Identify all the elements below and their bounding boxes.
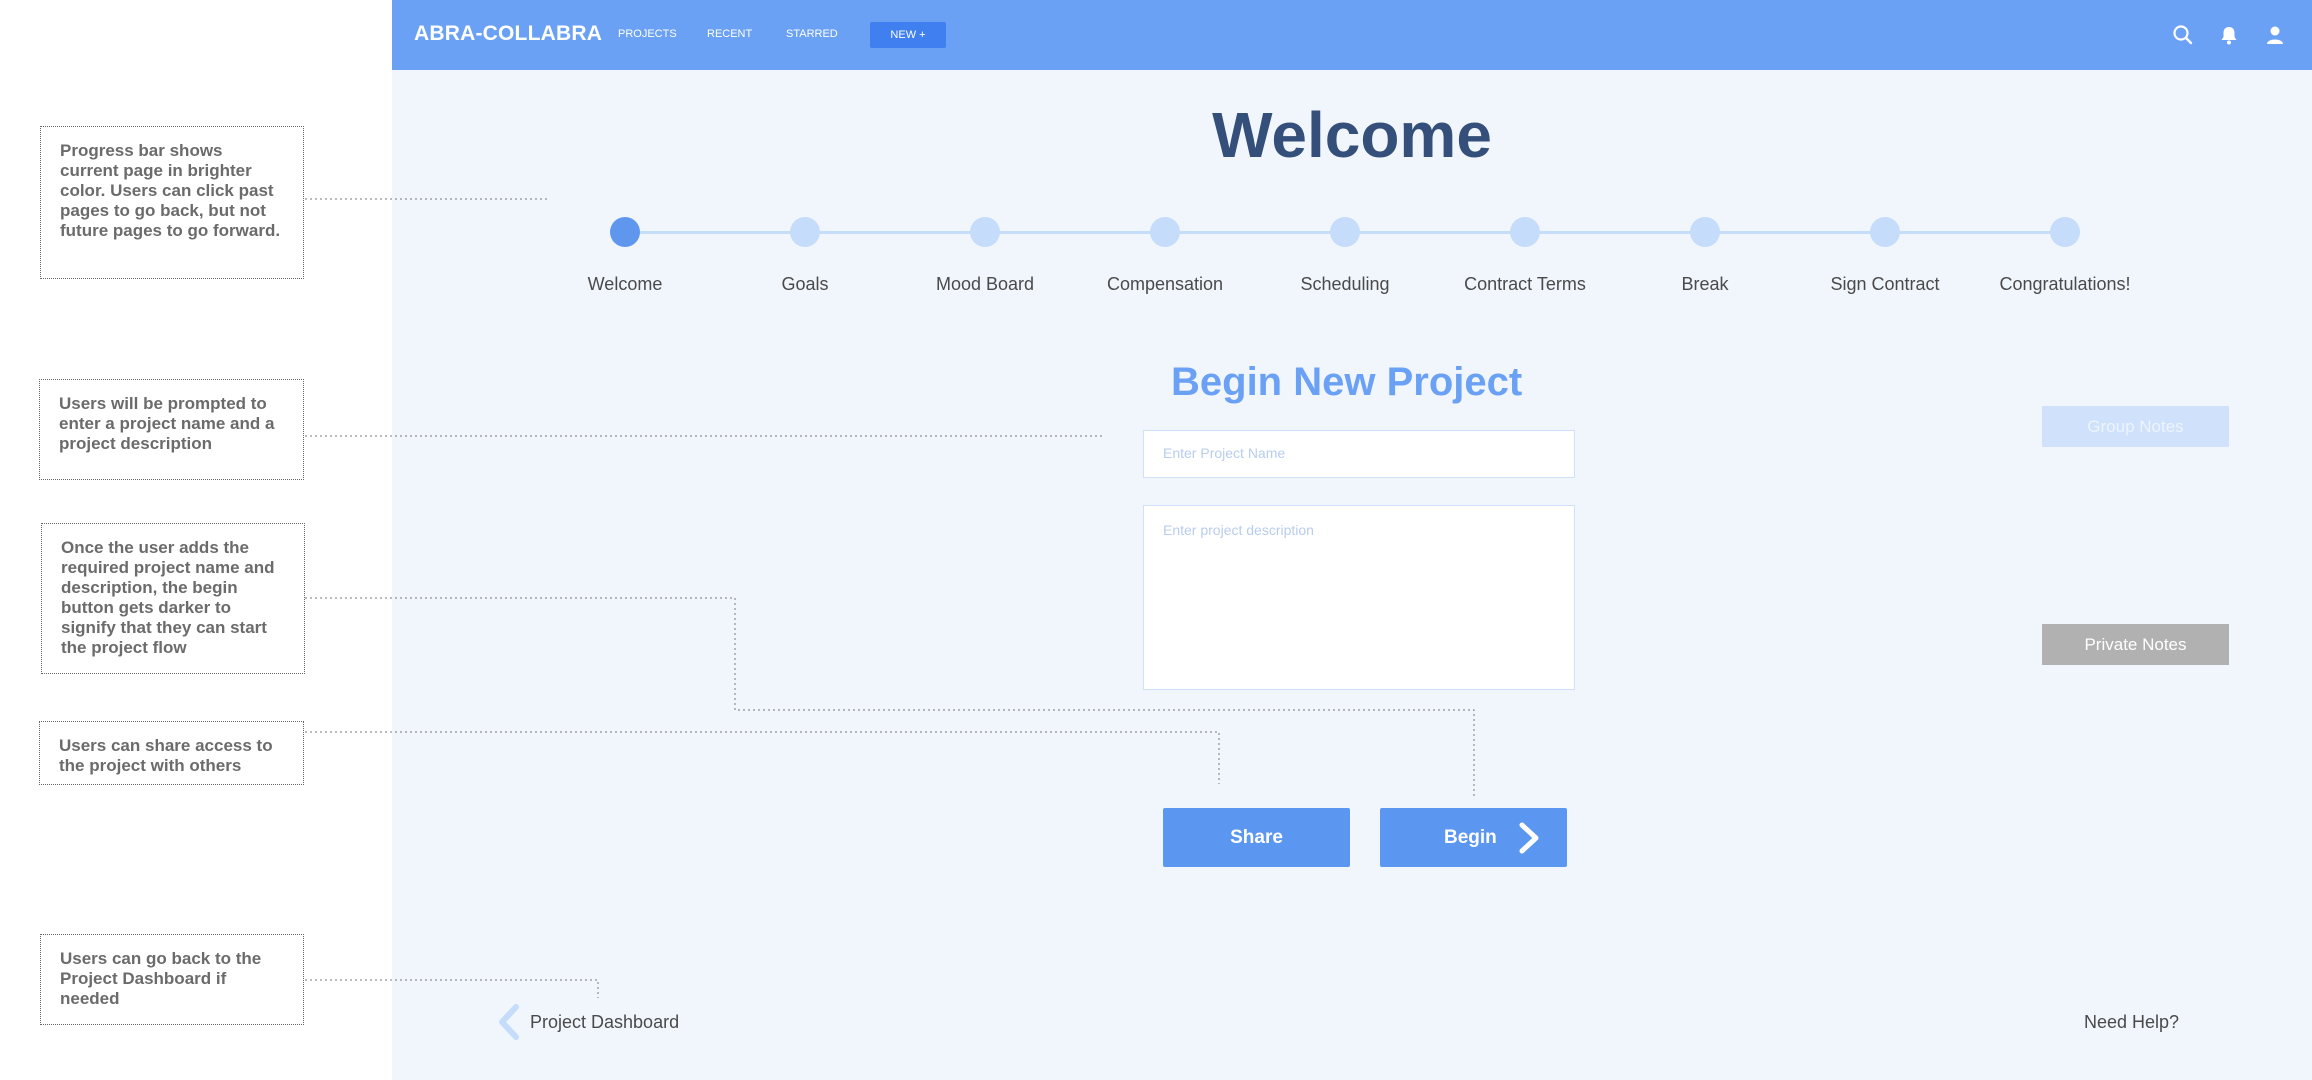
project-name-input[interactable]: Enter Project Name	[1143, 430, 1575, 478]
begin-button[interactable]: Begin	[1380, 808, 1567, 867]
step-label-goals: Goals	[781, 274, 829, 294]
step-label-break: Break	[1681, 274, 1729, 294]
step-label-compensation: Compensation	[1106, 274, 1224, 294]
progress-step-sign-contract	[1870, 217, 1900, 247]
project-description-input[interactable]: Enter project description	[1143, 505, 1575, 690]
share-button[interactable]: Share	[1163, 808, 1350, 867]
step-label-scheduling: Scheduling	[1300, 274, 1390, 294]
form-title: Begin New Project	[1171, 360, 1523, 404]
need-help-link[interactable]: Need Help?	[2084, 1012, 2179, 1033]
chevron-left-icon[interactable]	[496, 1004, 522, 1040]
annotation-share: Users can share access to the project wi…	[39, 721, 304, 785]
annotation-progress-bar: Progress bar shows current page in brigh…	[40, 126, 304, 279]
project-dashboard-link[interactable]: Project Dashboard	[530, 1012, 679, 1033]
step-label-welcome[interactable]: Welcome	[535, 274, 715, 295]
progress-step-welcome[interactable]	[610, 217, 640, 247]
step-label-congratulations: Congratulations!	[1999, 274, 2131, 294]
group-notes-button[interactable]: Group Notes	[2042, 406, 2229, 447]
progress-step-compensation	[1150, 217, 1180, 247]
private-notes-button[interactable]: Private Notes	[2042, 624, 2229, 665]
page-title: Welcome	[1212, 99, 1492, 171]
progress-step-goals	[790, 217, 820, 247]
progress-step-congratulations	[2050, 217, 2080, 247]
annotation-project-prompt: Users will be prompted to enter a projec…	[39, 379, 304, 480]
annotation-dashboard: Users can go back to the Project Dashboa…	[40, 934, 304, 1025]
begin-button-label: Begin	[1444, 827, 1497, 848]
step-label-sign-contract: Sign Contract	[1830, 274, 1940, 294]
annotation-begin-button: Once the user adds the required project …	[41, 523, 305, 674]
progress-step-scheduling	[1330, 217, 1360, 247]
progress-step-contract-terms	[1510, 217, 1540, 247]
progress-step-break	[1690, 217, 1720, 247]
chevron-right-icon	[1519, 822, 1539, 854]
step-label-contract-terms: Contract Terms	[1464, 274, 1586, 294]
step-label-mood-board: Mood Board	[935, 274, 1035, 294]
progress-step-mood-board	[970, 217, 1000, 247]
